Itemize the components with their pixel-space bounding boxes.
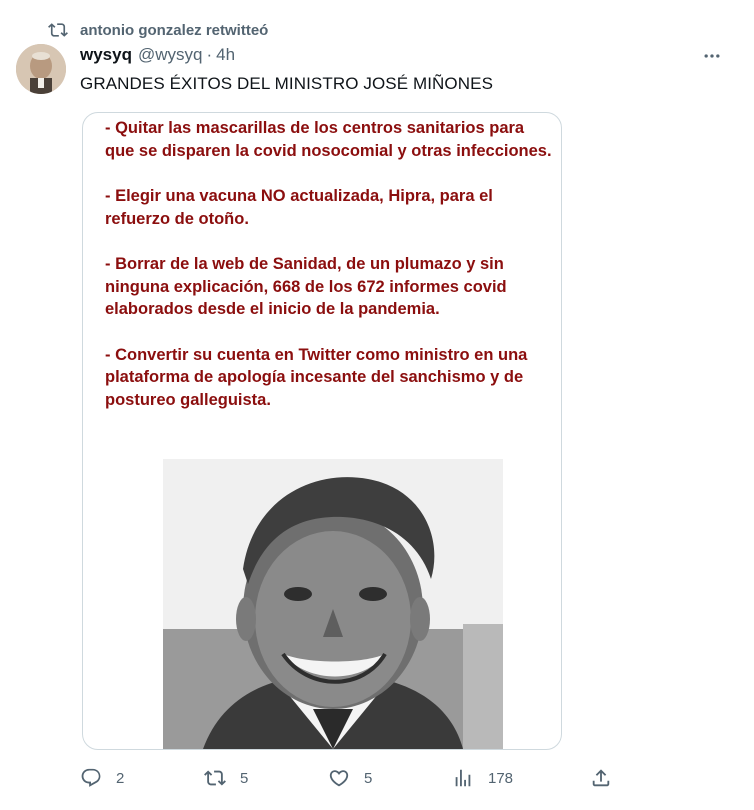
reply-icon — [81, 768, 101, 787]
share-icon — [592, 769, 610, 787]
reply-count: 2 — [116, 769, 125, 787]
image-bullet: - Elegir una vacuna NO actualizada, Hipr… — [105, 187, 493, 228]
image-bullet: - Quitar las mascarillas de los centros … — [105, 119, 552, 160]
separator-dot: · — [206, 45, 213, 64]
views-count: 178 — [488, 769, 514, 787]
image-text: - Quitar las mascarillas de los centros … — [105, 117, 555, 434]
author-name[interactable]: wysyq — [80, 45, 132, 65]
reply-button[interactable]: 2 — [80, 764, 124, 792]
retweet-label: antonio gonzalez retwitteó — [80, 21, 269, 39]
tweet[interactable]: antonio gonzalez retwitteó wysyq @wysyq … — [0, 0, 754, 810]
more-button[interactable] — [698, 44, 726, 68]
share-button[interactable] — [590, 764, 612, 792]
author-handle[interactable]: @wysyq — [138, 45, 203, 65]
retweet-icon — [48, 23, 68, 37]
heart-icon — [329, 770, 349, 787]
portrait-photo — [163, 459, 503, 749]
like-count: 5 — [364, 769, 373, 787]
tweet-header: wysyq @wysyq · 4h — [80, 44, 235, 66]
retweet-icon — [204, 770, 226, 786]
views-button[interactable]: 178 — [452, 764, 513, 792]
image-bullet: - Borrar de la web de Sanidad, de un plu… — [105, 255, 507, 318]
retweet-banner[interactable]: antonio gonzalez retwitteó — [48, 18, 268, 42]
views-icon — [455, 769, 471, 787]
tweet-text: GRANDES ÉXITOS DEL MINISTRO JOSÉ MIÑONES — [80, 74, 494, 93]
tweet-actions: 2 5 5 178 — [80, 764, 620, 792]
image-bullet: - Convertir su cuenta en Twitter como mi… — [105, 345, 528, 409]
tweet-time[interactable]: 4h — [216, 45, 235, 65]
tweet-media[interactable]: - Quitar las mascarillas de los centros … — [82, 112, 562, 750]
like-button[interactable]: 5 — [328, 764, 372, 792]
more-icon — [704, 54, 720, 58]
avatar[interactable] — [16, 44, 66, 94]
retweet-button[interactable]: 5 — [204, 764, 248, 792]
retweet-count: 5 — [240, 769, 249, 787]
avatar-image — [16, 44, 66, 94]
